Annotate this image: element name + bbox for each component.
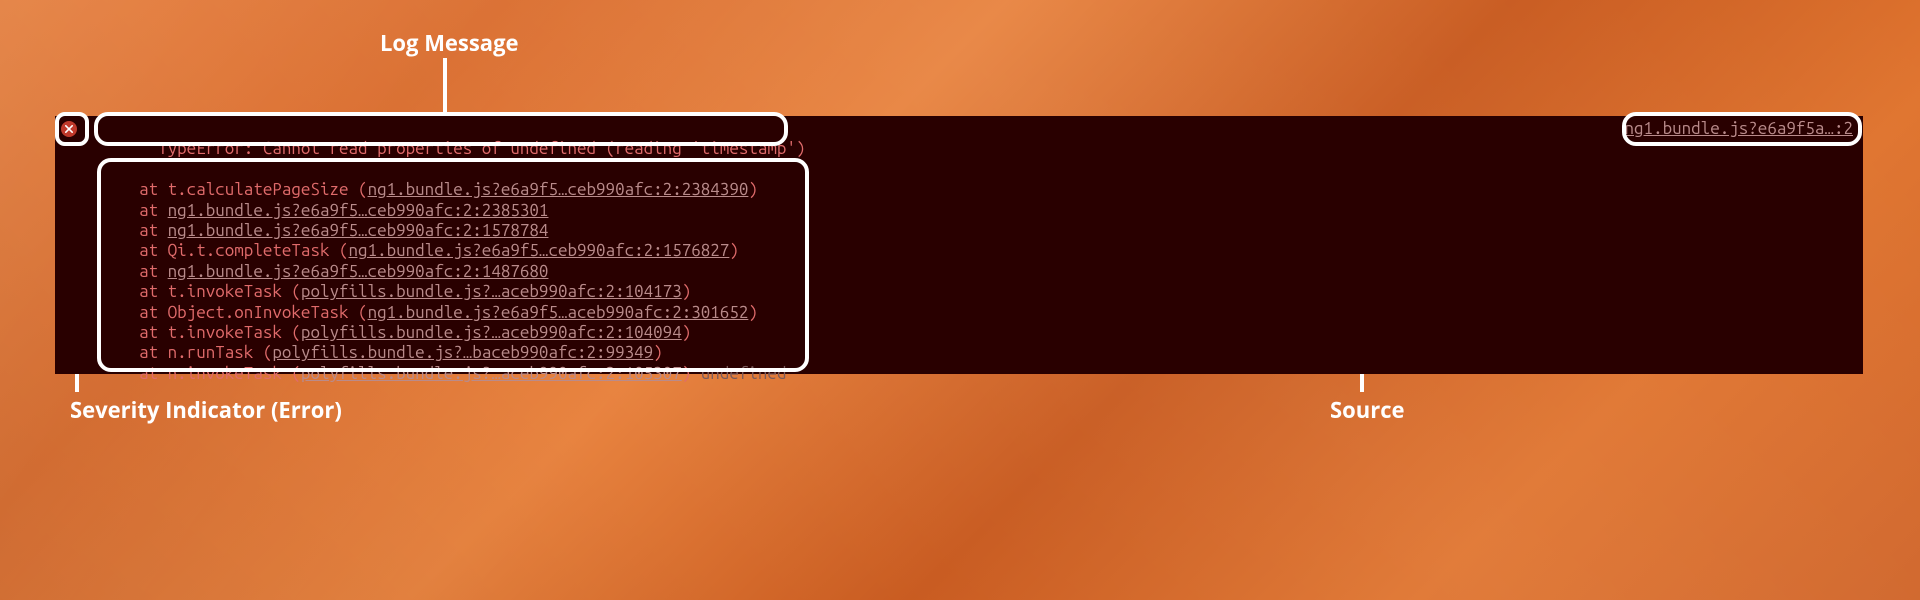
stack-frame-trailing: undefined <box>691 364 786 383</box>
stack-frame-link[interactable]: polyfills.bundle.js?…aceb990afc:2:104094 <box>301 323 682 342</box>
stack-frame: at Object.onInvokeTask (ng1.bundle.js?e6… <box>101 303 1625 323</box>
stack-frame-suffix: ) <box>748 180 758 199</box>
stack-frame: at ng1.bundle.js?e6a9f5…ceb990afc:2:2385… <box>101 201 1625 221</box>
log-message-text: TypeError: Cannot read properties of und… <box>158 139 805 158</box>
stack-frame: at t.calculatePageSize (ng1.bundle.js?e6… <box>101 180 1625 200</box>
stack-frame-link[interactable]: polyfills.bundle.js?…aceb990afc:2:104173 <box>301 282 682 301</box>
stack-frame-suffix: ) <box>748 303 758 322</box>
stack-frame-prefix: at t.invokeTask ( <box>101 282 301 301</box>
stack-frame-prefix: at n.runTask ( <box>101 343 272 362</box>
stack-frame: at ng1.bundle.js?e6a9f5…ceb990afc:2:1578… <box>101 221 1625 241</box>
stack-frame-suffix: ) <box>729 241 739 260</box>
stack-frame-prefix: at <box>101 262 168 281</box>
stack-frame-suffix: ) <box>682 282 692 301</box>
stack-frame-suffix: ) <box>653 343 663 362</box>
stack-frame: at Qi.t.completeTask (ng1.bundle.js?e6a9… <box>101 241 1625 261</box>
annotation-label-log-message: Log Message <box>380 28 519 58</box>
stack-frame-link[interactable]: ng1.bundle.js?e6a9f5…aceb990afc:2:301652 <box>368 303 749 322</box>
stack-frame-prefix: at <box>101 221 168 240</box>
stack-frame-link[interactable]: polyfills.bundle.js?…baceb990afc:2:99349 <box>272 343 653 362</box>
stack-frame: at ng1.bundle.js?e6a9f5…ceb990afc:2:1487… <box>101 262 1625 282</box>
log-message-body: TypeError: Cannot read properties of und… <box>101 119 1625 425</box>
stack-frame-prefix: at Object.onInvokeTask ( <box>101 303 368 322</box>
stack-frame-suffix: ) <box>682 323 692 342</box>
stack-trace: at t.calculatePageSize (ng1.bundle.js?e6… <box>101 180 1625 384</box>
stack-frame-link[interactable]: polyfills.bundle.js?…aceb990afc:2:105307 <box>301 364 682 383</box>
stack-frame: at n.invokeTask (polyfills.bundle.js?…ac… <box>101 364 1625 384</box>
stack-frame: at t.invokeTask (polyfills.bundle.js?…ac… <box>101 323 1625 343</box>
stack-frame-prefix: at <box>101 201 168 220</box>
annotation-connector <box>443 58 447 113</box>
source-link[interactable]: ng1.bundle.js?e6a9f5a…:2 <box>1625 119 1853 139</box>
stack-frame-prefix: at Qi.t.completeTask ( <box>101 241 349 260</box>
stack-frame-prefix: at t.invokeTask ( <box>101 323 301 342</box>
stack-frame-link[interactable]: ng1.bundle.js?e6a9f5…ceb990afc:2:1487680 <box>168 262 549 281</box>
error-icon <box>61 121 77 137</box>
console-log-entry[interactable]: TypeError: Cannot read properties of und… <box>55 116 1863 428</box>
stack-frame-link[interactable]: ng1.bundle.js?e6a9f5…ceb990afc:2:2384390 <box>368 180 749 199</box>
stack-frame-link[interactable]: ng1.bundle.js?e6a9f5…ceb990afc:2:1576827 <box>349 241 730 260</box>
stack-frame: at n.runTask (polyfills.bundle.js?…baceb… <box>101 343 1625 363</box>
stack-frame-link[interactable]: ng1.bundle.js?e6a9f5…ceb990afc:2:1578784 <box>168 221 549 240</box>
devtools-console-panel: TypeError: Cannot read properties of und… <box>55 116 1863 374</box>
stack-frame-prefix: at n.invokeTask ( <box>101 364 301 383</box>
stack-frame-prefix: at t.calculatePageSize ( <box>101 180 368 199</box>
stack-frame: at t.invokeTask (polyfills.bundle.js?…ac… <box>101 282 1625 302</box>
stack-frame-suffix: ) <box>682 364 692 383</box>
stack-frame-link[interactable]: ng1.bundle.js?e6a9f5…ceb990afc:2:2385301 <box>168 201 549 220</box>
